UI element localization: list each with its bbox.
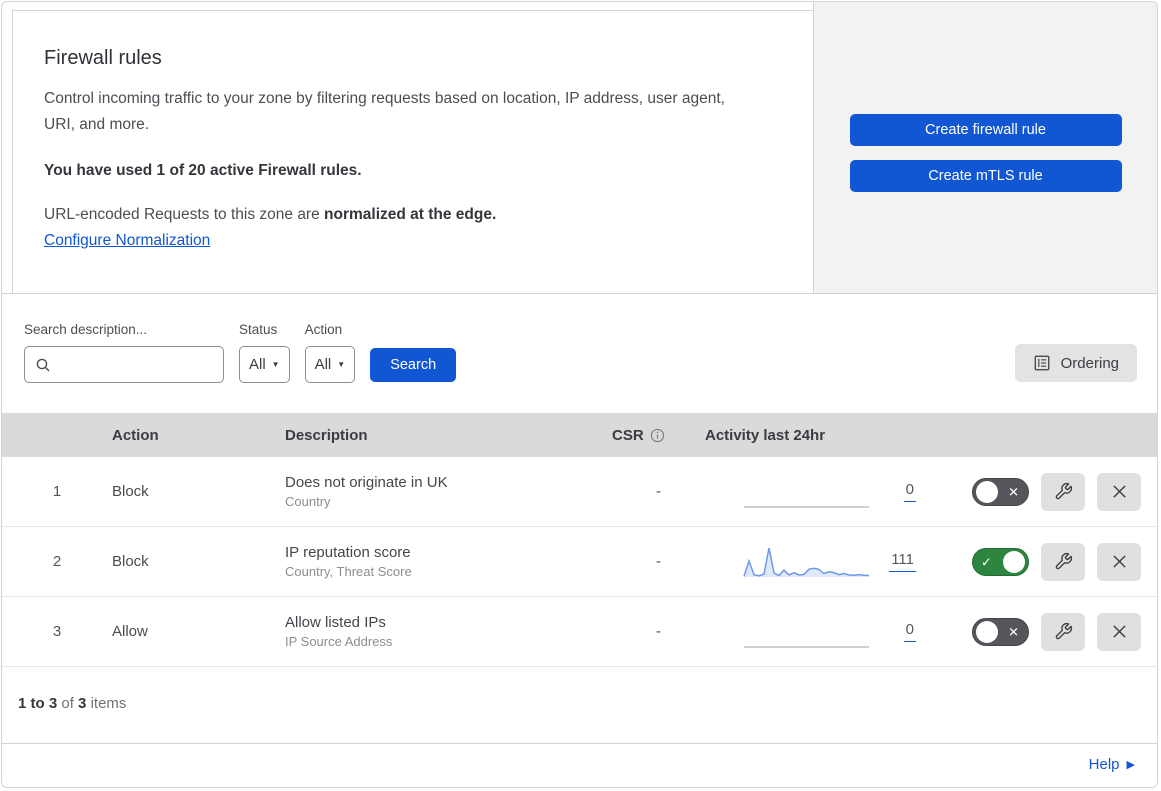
rule-enabled-toggle[interactable]: ✕ (972, 477, 1029, 506)
rule-enabled-toggle[interactable]: ✕ (972, 617, 1029, 646)
firewall-rules-page: Create firewall rule Create mTLS rule Fi… (1, 1, 1158, 788)
action-select[interactable]: All ▼ (304, 346, 356, 383)
rule-criteria: IP Source Address (285, 634, 393, 649)
pagination-of: of (61, 695, 74, 712)
description-column-header: Description (285, 426, 368, 444)
wrench-icon (1054, 552, 1073, 571)
chevron-down-icon: ▼ (271, 360, 280, 369)
pagination-summary: 1 to 3 of 3 items (2, 667, 1157, 743)
normalization-note-text: URL-encoded Requests to this zone are (44, 206, 325, 223)
table-row: 2 Block IP reputation score Country, Thr… (2, 527, 1157, 597)
activity-sparkline (743, 473, 870, 511)
create-firewall-rule-button[interactable]: Create firewall rule (849, 114, 1122, 146)
status-label: Status (239, 322, 278, 337)
pagination-range: 1 to 3 (18, 695, 58, 712)
page-description: Control incoming traffic to your zone by… (44, 90, 725, 133)
normalization-note-bold: normalized at the edge. (324, 206, 497, 223)
rule-priority: 3 (52, 623, 62, 640)
status-select-value: All (249, 356, 266, 373)
toggle-knob (976, 480, 998, 503)
activity-count-link[interactable]: 0 (903, 621, 916, 642)
table-row: 1 Block Does not originate in UK Country… (2, 457, 1157, 527)
activity-column-header: Activity last 24hr (705, 426, 826, 444)
edit-rule-button[interactable] (1041, 612, 1085, 651)
rule-criteria: Country (285, 494, 331, 509)
filter-bar: Search description... Status All ▼ Actio… (2, 294, 1157, 413)
action-select-value: All (314, 356, 332, 373)
search-field: Search description... (24, 322, 242, 383)
activity-count-link[interactable]: 0 (903, 481, 916, 502)
activity-sparkline (743, 543, 870, 581)
hero-action-panel: Create firewall rule Create mTLS rule (813, 2, 1157, 293)
toggle-knob (976, 620, 998, 643)
search-icon (35, 357, 51, 373)
csr-column-header: CSR (612, 427, 705, 444)
configure-normalization-link[interactable]: Configure Normalization (44, 232, 210, 250)
action-label: Action (304, 322, 343, 337)
search-button[interactable]: Search (370, 348, 457, 382)
rule-description: Allow listed IPs (285, 614, 386, 631)
ordering-button[interactable]: Ordering (1014, 344, 1137, 382)
edit-rule-button[interactable] (1041, 472, 1085, 511)
rules-table: Action Description CSR Activity last 24h… (2, 413, 1157, 743)
hero-section: Create firewall rule Create mTLS rule Fi… (2, 2, 1157, 294)
csr-column-label: CSR (612, 426, 644, 444)
rule-description: IP reputation score (285, 544, 411, 561)
search-input[interactable] (57, 347, 242, 382)
close-icon (1111, 623, 1128, 640)
status-select[interactable]: All ▼ (239, 346, 290, 383)
ordering-button-label: Ordering (1060, 354, 1119, 372)
chevron-down-icon: ▼ (337, 360, 346, 369)
rule-csr-value: - (656, 553, 661, 570)
hero-card: Firewall rules Control incoming traffic … (12, 10, 813, 293)
ordering-icon (1033, 354, 1051, 372)
normalization-note: URL-encoded Requests to this zone are no… (44, 206, 773, 224)
wrench-icon (1054, 622, 1073, 641)
search-input-box[interactable] (24, 346, 242, 383)
close-icon (1111, 483, 1128, 500)
rule-description: Does not originate in UK (285, 474, 448, 491)
action-field: Action All ▼ (304, 322, 356, 383)
delete-rule-button[interactable] (1097, 472, 1141, 511)
close-icon (1111, 553, 1128, 570)
toggle-state-icon: ✕ (1008, 624, 1019, 639)
rule-enabled-toggle[interactable]: ✓ (972, 547, 1029, 576)
action-column-header: Action (112, 426, 159, 444)
toggle-state-icon: ✕ (1008, 484, 1019, 499)
activity-sparkline (743, 613, 870, 651)
rule-priority: 1 (52, 483, 62, 500)
usage-note: You have used 1 of 20 active Firewall ru… (44, 162, 362, 179)
wrench-icon (1054, 482, 1073, 501)
rule-priority: 2 (52, 553, 62, 570)
help-link[interactable]: Help ▶ (1089, 756, 1135, 773)
table-row: 3 Allow Allow listed IPs IP Source Addre… (2, 597, 1157, 667)
create-mtls-rule-button[interactable]: Create mTLS rule (849, 160, 1122, 192)
rule-criteria: Country, Threat Score (285, 564, 412, 579)
info-icon[interactable] (650, 428, 665, 443)
toggle-knob (1003, 550, 1025, 573)
table-header-row: Action Description CSR Activity last 24h… (2, 413, 1157, 457)
help-link-label: Help (1088, 756, 1120, 773)
rule-action: Block (112, 553, 149, 570)
pagination-total: 3 (78, 695, 87, 712)
status-field: Status All ▼ (239, 322, 290, 383)
activity-count-link[interactable]: 111 (889, 551, 916, 572)
toggle-state-icon: ✓ (981, 554, 992, 569)
search-label: Search description... (24, 322, 148, 337)
edit-rule-button[interactable] (1041, 542, 1085, 581)
rule-csr-value: - (656, 623, 661, 640)
page-title: Firewall rules (44, 47, 162, 69)
rule-action: Allow (112, 623, 148, 640)
help-arrow-icon: ▶ (1126, 759, 1135, 771)
filter-group: Search description... Status All ▼ Actio… (24, 322, 457, 383)
delete-rule-button[interactable] (1097, 542, 1141, 581)
rule-action: Block (112, 483, 149, 500)
help-bar: Help ▶ (2, 743, 1157, 785)
delete-rule-button[interactable] (1097, 612, 1141, 651)
pagination-items: items (90, 695, 127, 712)
rule-csr-value: - (656, 483, 661, 500)
